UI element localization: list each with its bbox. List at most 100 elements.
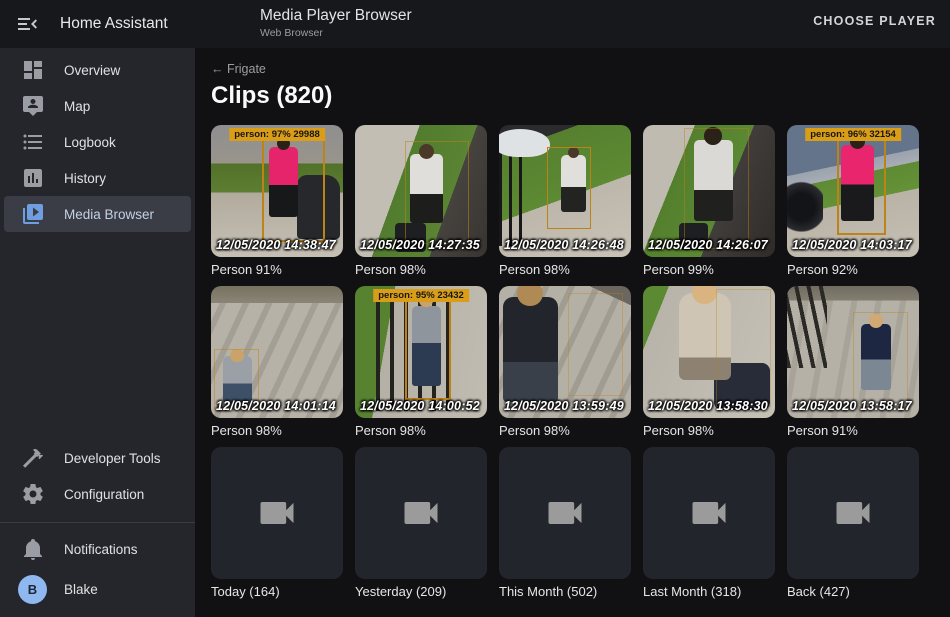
clip-thumbnail[interactable]: person: 96% 3215412/05/2020 14:03:17 <box>787 125 919 257</box>
detection-bounding-box <box>684 128 749 249</box>
clip-caption: Person 98% <box>499 262 631 277</box>
sidebar-item-overview[interactable]: Overview <box>4 52 191 88</box>
clip-thumbnail[interactable]: 12/05/2020 14:26:07 <box>643 125 775 257</box>
detection-label: person: 97% 29988 <box>229 128 325 141</box>
clip-card[interactable]: person: 95% 2343212/05/2020 14:00:52 Pers… <box>355 286 487 438</box>
sidebar: Overview Map Logbook History Media Browser D… <box>0 48 195 617</box>
detection-label: person: 95% 23432 <box>373 289 469 302</box>
person-figure <box>503 297 558 403</box>
sidebar-item-media-browser[interactable]: Media Browser <box>4 196 191 232</box>
sidebar-item-configuration[interactable]: Configuration <box>4 476 191 512</box>
clip-thumbnail[interactable]: person: 95% 2343212/05/2020 14:00:52 <box>355 286 487 418</box>
clip-thumbnail[interactable]: 12/05/2020 13:59:49 <box>499 286 631 418</box>
detection-bounding-box <box>405 295 451 399</box>
clip-thumbnail[interactable]: 12/05/2020 14:01:14 <box>211 286 343 418</box>
clip-thumbnail[interactable]: 12/05/2020 14:27:35 <box>355 125 487 257</box>
sidebar-item-history[interactable]: History <box>4 160 191 196</box>
clip-caption: Person 91% <box>211 262 343 277</box>
sidebar-item-notifications[interactable]: Notifications <box>4 531 191 567</box>
page-heading: Clips (820) <box>211 82 332 110</box>
clip-timestamp: 12/05/2020 14:26:48 <box>504 238 624 252</box>
clip-caption: Person 98% <box>355 262 487 277</box>
clip-caption: Person 92% <box>787 262 919 277</box>
app-title: Home Assistant <box>60 15 168 33</box>
sidebar-item-label: Overview <box>64 63 120 78</box>
sidebar-item-label: Map <box>64 99 90 114</box>
folder-label: Yesterday (209) <box>355 584 487 599</box>
sidebar-item-logbook[interactable]: Logbook <box>4 124 191 160</box>
folder-thumbnail[interactable] <box>643 447 775 579</box>
format-list-bulleted-icon <box>21 130 45 154</box>
clip-caption: Person 91% <box>787 423 919 438</box>
clip-thumbnail[interactable]: 12/05/2020 14:26:48 <box>499 125 631 257</box>
main-content: ← Frigate Clips (820) person: 97% 299881… <box>195 48 950 617</box>
view-dashboard-icon <box>21 58 45 82</box>
folder-thumbnail[interactable] <box>211 447 343 579</box>
folder-label: Back (427) <box>787 584 919 599</box>
sidebar-item-label: Logbook <box>64 135 116 150</box>
scene-prop <box>787 286 827 368</box>
sidebar-item-label: Configuration <box>64 487 144 502</box>
clip-card[interactable]: 12/05/2020 14:26:07 Person 99% <box>643 125 775 277</box>
breadcrumb-back[interactable]: ← Frigate <box>211 62 266 76</box>
folder-thumbnail[interactable] <box>787 447 919 579</box>
sidebar-item-profile[interactable]: B Blake <box>4 567 191 611</box>
folder-label: Today (164) <box>211 584 343 599</box>
clip-caption: Person 98% <box>355 423 487 438</box>
clip-timestamp: 12/05/2020 14:26:07 <box>648 238 768 252</box>
folder-card-this-month-502[interactable]: This Month (502) <box>499 447 631 599</box>
scene-prop <box>787 175 823 233</box>
clip-thumbnail[interactable]: 12/05/2020 13:58:30 <box>643 286 775 418</box>
clip-timestamp: 12/05/2020 13:58:17 <box>792 399 912 413</box>
hammer-icon <box>21 446 45 470</box>
bell-icon <box>21 537 45 561</box>
sidebar-item-label: Media Browser <box>64 207 154 222</box>
media-grid: person: 97% 2998812/05/2020 14:38:47 Pers… <box>211 125 931 599</box>
choose-player-button[interactable]: CHOOSE PLAYER <box>813 14 936 28</box>
page-title-block: Media Player Browser Web Browser <box>260 7 412 39</box>
sidebar-spacer <box>0 232 195 440</box>
tooltip-account-icon <box>21 94 45 118</box>
clip-timestamp: 12/05/2020 13:58:30 <box>648 399 768 413</box>
clip-card[interactable]: 12/05/2020 14:01:14 Person 98% <box>211 286 343 438</box>
folder-card-last-month-318[interactable]: Last Month (318) <box>643 447 775 599</box>
arrow-left-icon: ← <box>211 62 224 76</box>
sidebar-item-label: Developer Tools <box>64 451 161 466</box>
folder-label: This Month (502) <box>499 584 631 599</box>
clip-card[interactable]: 12/05/2020 13:58:17 Person 91% <box>787 286 919 438</box>
folder-card-back-427[interactable]: Back (427) <box>787 447 919 599</box>
detection-bounding-box <box>405 141 468 244</box>
clip-card[interactable]: 12/05/2020 13:59:49Person 98% <box>499 286 631 438</box>
scene-prop <box>499 129 550 157</box>
sidebar-divider <box>0 522 195 523</box>
clip-thumbnail[interactable]: 12/05/2020 13:58:17 <box>787 286 919 418</box>
folder-label: Last Month (318) <box>643 584 775 599</box>
clip-timestamp: 12/05/2020 14:27:35 <box>360 238 480 252</box>
detection-bounding-box <box>837 137 886 235</box>
sidebar-item-map[interactable]: Map <box>4 88 191 124</box>
folder-thumbnail[interactable] <box>499 447 631 579</box>
clip-card[interactable]: 12/05/2020 14:26:48 Person 98% <box>499 125 631 277</box>
sidebar-item-developer-tools[interactable]: Developer Tools <box>4 440 191 476</box>
detection-bounding-box <box>262 132 324 243</box>
clip-caption: Person 98% <box>211 423 343 438</box>
clip-caption: Person 98% <box>643 423 775 438</box>
clip-thumbnail[interactable]: person: 97% 2998812/05/2020 14:38:47 <box>211 125 343 257</box>
profile-name: Blake <box>64 582 98 597</box>
folder-thumbnail[interactable] <box>355 447 487 579</box>
sidebar-nav-footer: Notifications <box>0 531 195 567</box>
folder-card-today-164[interactable]: Today (164) <box>211 447 343 599</box>
page-title: Media Player Browser <box>260 7 412 25</box>
clip-caption: Person 99% <box>643 262 775 277</box>
clip-card[interactable]: 12/05/2020 14:27:35 Person 98% <box>355 125 487 277</box>
clip-card[interactable]: 12/05/2020 13:58:30 Person 98% <box>643 286 775 438</box>
menu-open-icon[interactable] <box>15 12 39 36</box>
clip-card[interactable]: person: 97% 2998812/05/2020 14:38:47 Pers… <box>211 125 343 277</box>
clip-card[interactable]: person: 96% 3215412/05/2020 14:03:17 Pers… <box>787 125 919 277</box>
avatar: B <box>18 575 47 604</box>
folder-card-yesterday-209[interactable]: Yesterday (209) <box>355 447 487 599</box>
top-app-bar: Home Assistant Media Player Browser Web … <box>0 0 950 48</box>
cog-icon <box>21 482 45 506</box>
video-icon <box>255 491 299 535</box>
detection-bounding-box <box>568 293 623 396</box>
